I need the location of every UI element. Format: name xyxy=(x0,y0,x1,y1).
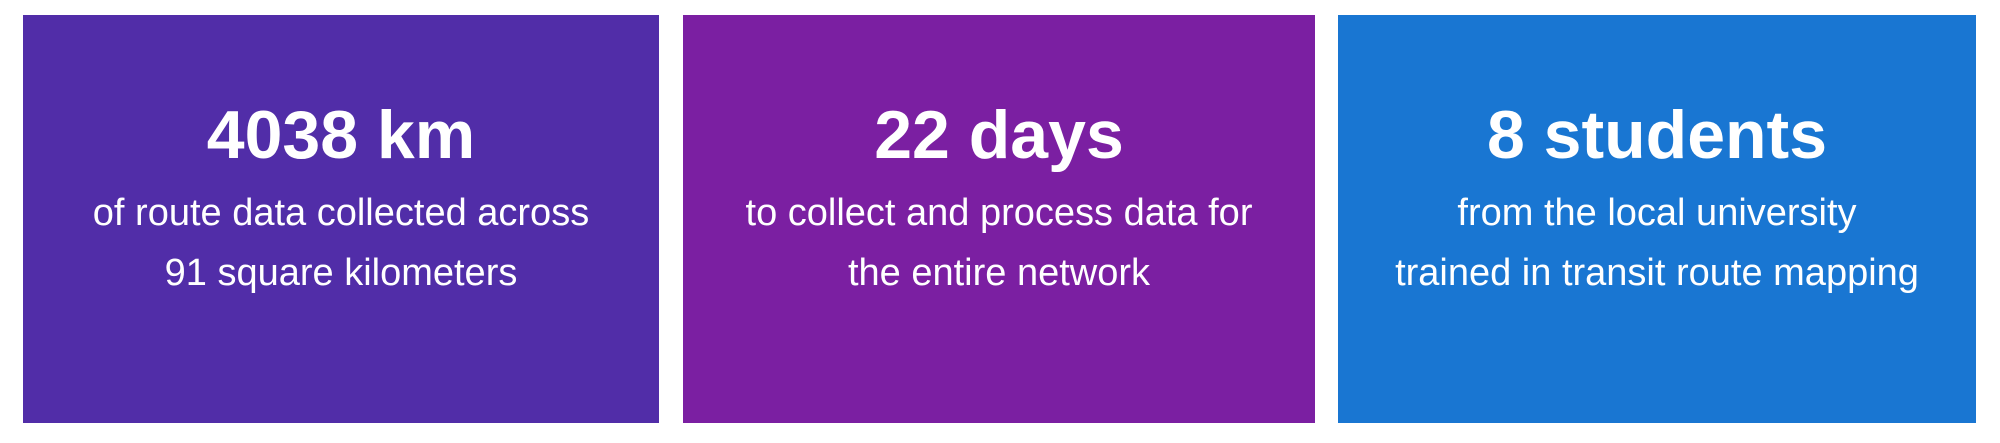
stat-description-line: trained in transit route mapping xyxy=(1395,252,1919,294)
stat-card-route-data: 4038 km of route data collected across 9… xyxy=(23,15,659,423)
stats-row: 4038 km of route data collected across 9… xyxy=(0,0,2000,443)
stat-description: to collect and process data for the enti… xyxy=(746,183,1253,303)
stat-description-line: to collect and process data for xyxy=(745,192,1253,234)
stat-description-line: the entire network xyxy=(847,252,1151,294)
stat-card-days: 22 days to collect and process data for … xyxy=(683,15,1315,423)
stat-value: 8 students xyxy=(1486,97,1828,173)
stat-description-line: 91 square kilometers xyxy=(164,252,518,294)
stat-card-students: 8 students from the local university tra… xyxy=(1338,15,1976,423)
stat-description-line: of route data collected across xyxy=(92,192,590,234)
stat-description: of route data collected across 91 square… xyxy=(93,183,589,303)
stat-description: from the local university trained in tra… xyxy=(1395,183,1919,303)
stat-description-line: from the local university xyxy=(1457,192,1857,234)
stat-value: 4038 km xyxy=(206,97,476,173)
stat-value: 22 days xyxy=(874,97,1124,173)
